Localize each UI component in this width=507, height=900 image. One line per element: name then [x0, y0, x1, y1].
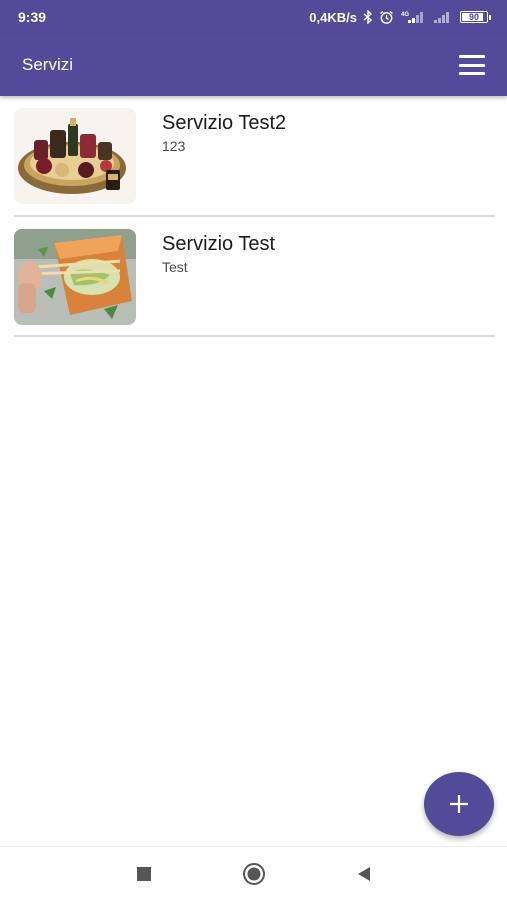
network-type-label: 4G	[401, 12, 409, 18]
service-title: Servizio Test	[162, 233, 276, 255]
battery-icon: 90	[460, 11, 491, 23]
service-subtitle: 123	[162, 138, 186, 154]
screen: 9:39 0,4KB/s 4G 90 Servizi Servizio Test…	[0, 0, 507, 900]
back-triangle-icon[interactable]	[349, 859, 379, 889]
home-circle-icon[interactable]	[239, 859, 269, 889]
service-item[interactable]: Servizio Test2 123	[14, 96, 495, 217]
gift-basket-photo	[14, 108, 136, 204]
alarm-icon	[379, 10, 394, 25]
status-icons: 0,4KB/s 4G 90	[309, 10, 491, 25]
hamburger-menu-icon[interactable]	[459, 55, 485, 75]
battery-level: 90	[468, 11, 479, 22]
page-title: Servizi	[22, 55, 74, 74]
bluetooth-icon	[363, 10, 373, 24]
service-subtitle: Test	[162, 259, 188, 275]
service-item[interactable]: Servizio Test Test	[14, 217, 495, 337]
app-bar: Servizi	[0, 34, 507, 96]
status-time: 9:39	[18, 9, 47, 25]
service-item-text: Servizio Test Test	[162, 232, 275, 275]
food-box-chopsticks-photo	[14, 229, 136, 325]
system-nav-bar	[0, 846, 507, 900]
status-bar: 9:39 0,4KB/s 4G 90	[0, 0, 507, 34]
services-list: Servizio Test2 123 Servizio Test Test	[14, 96, 495, 337]
add-service-button[interactable]	[424, 772, 494, 836]
plus-icon	[450, 795, 468, 813]
signal-4g-icon: 4G	[400, 10, 426, 24]
network-speed: 0,4KB/s	[309, 9, 357, 25]
signal-icon	[432, 10, 454, 24]
recents-square-icon[interactable]	[129, 859, 159, 889]
service-item-text: Servizio Test2 123	[162, 111, 286, 154]
service-title: Servizio Test2	[162, 112, 287, 134]
